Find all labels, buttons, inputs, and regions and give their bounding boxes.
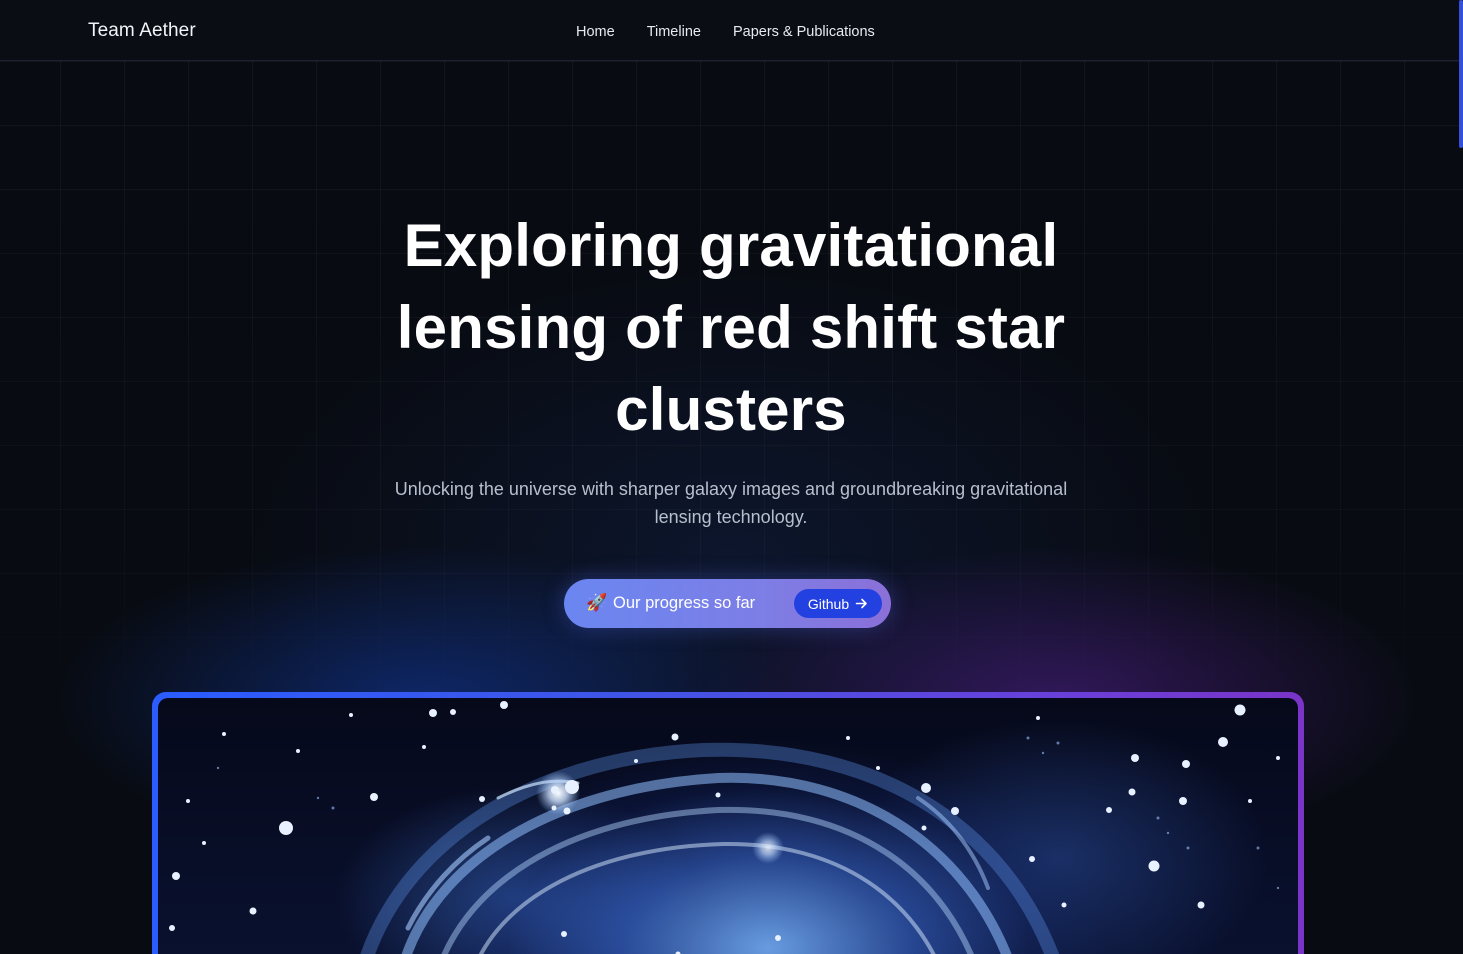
github-button[interactable]: Github (794, 589, 882, 618)
github-button-label: Github (807, 595, 850, 612)
main-nav: Home Timeline Papers & Publications (576, 24, 875, 40)
hero-subtitle-line-2: lensing technology. (654, 507, 808, 527)
hero-title-line-2: lensing of red shift star (396, 294, 1066, 361)
navbar: Team Aether Home Timeline Papers & Publi… (0, 0, 1463, 61)
hero-subtitle-line-1: Unlocking the universe with sharper gala… (394, 479, 1068, 499)
progress-cta-button[interactable]: 🚀 Our progress so far Github (564, 579, 891, 628)
galaxy-lensing-image (158, 698, 1298, 954)
hero-title-line-3: clusters (615, 376, 847, 443)
brand-logo[interactable]: Team Aether (88, 20, 196, 42)
page: Team Aether Home Timeline Papers & Publi… (0, 0, 1463, 954)
nav-timeline[interactable]: Timeline (647, 24, 701, 40)
scrollbar-thumb[interactable] (1459, 0, 1463, 148)
galaxy-illustration (169, 701, 1280, 954)
showcase-image-frame (152, 692, 1304, 954)
hero-subtitle: Unlocking the universe with sharper gala… (351, 475, 1111, 531)
arrow-right-icon (855, 598, 867, 609)
nav-home[interactable]: Home (576, 24, 615, 40)
hero-title-line-1: Exploring gravitational (403, 212, 1059, 279)
progress-cta-label: Our progress so far (613, 594, 756, 612)
rocket-icon: 🚀 (586, 593, 608, 612)
nav-papers-publications[interactable]: Papers & Publications (733, 24, 875, 40)
hero-title: Exploring gravitational lensing of red sh… (331, 205, 1131, 451)
